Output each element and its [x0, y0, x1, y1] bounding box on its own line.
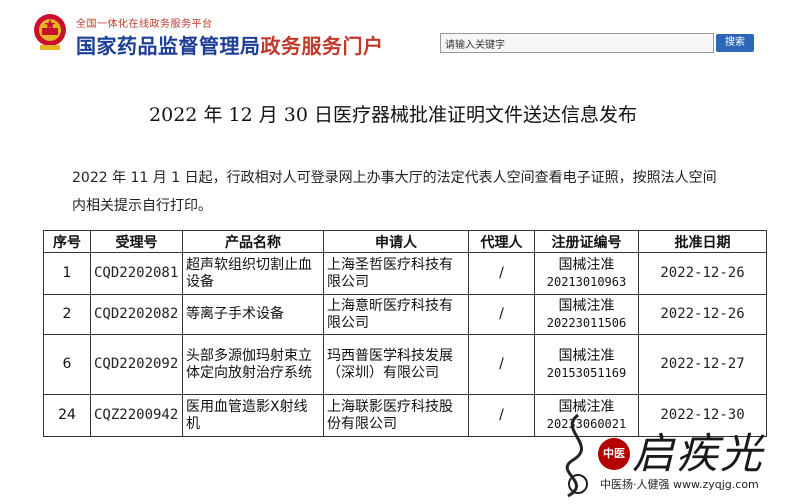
column-header-seq: 序号 — [43, 230, 91, 253]
cell-acceptance-no: CQD2202092 — [90, 334, 183, 395]
reg-number: 20223011506 — [546, 315, 627, 330]
table-row: 6 CQD2202092 头部多源伽玛射束立体定向放射治疗系统 玛西普医学科技发… — [43, 334, 767, 395]
cell-date: 2022-12-26 — [638, 252, 767, 295]
table-row: 2 CQD2202082 等离子手术设备 上海意昕医疗科技有限公司 / 国械注准… — [43, 294, 767, 335]
cell-applicant: 上海意昕医疗科技有限公司 — [323, 294, 469, 335]
reg-prefix: 国械注准 — [558, 297, 615, 314]
reg-prefix: 国械注准 — [558, 256, 615, 273]
cell-product: 超声软组织切割止血设备 — [182, 252, 324, 295]
cell-acceptance-no: CQZ2200942 — [90, 394, 183, 437]
cell-date: 2022-12-26 — [638, 294, 767, 335]
national-emblem-icon — [34, 14, 66, 50]
portal-subtitle: 全国一体化在线政务服务平台 — [76, 19, 213, 30]
cell-reg-no: 国械注准 20153051169 — [534, 334, 639, 395]
page-title: 2022 年 12 月 30 日医疗器械批准证明文件送达信息发布 — [149, 104, 637, 126]
cell-agent: / — [468, 334, 535, 395]
portal-title[interactable]: 国家药品监督管理局政务服务门户 — [76, 30, 384, 59]
cell-product: 医用血管造影X射线机 — [182, 394, 324, 437]
cell-seq: 6 — [43, 334, 91, 395]
table-row: 1 CQD2202081 超声软组织切割止血设备 上海圣哲医疗科技有限公司 / … — [43, 252, 767, 295]
reg-number: 20153051169 — [546, 365, 627, 380]
column-header-agent: 代理人 — [468, 230, 535, 253]
reg-prefix: 国械注准 — [558, 347, 615, 364]
column-header-product: 产品名称 — [182, 230, 324, 253]
cell-applicant: 上海联影医疗科技股份有限公司 — [323, 394, 469, 437]
cell-reg-no: 国械注准 20213010963 — [534, 252, 639, 295]
cell-acceptance-no: CQD2202082 — [90, 294, 183, 335]
site-header: 全国一体化在线政务服务平台 国家药品监督管理局政务服务门户 搜索 — [0, 0, 786, 64]
column-header-date: 批准日期 — [638, 230, 767, 253]
cell-agent: / — [468, 252, 535, 295]
cell-seq: 2 — [43, 294, 91, 335]
search-input[interactable] — [440, 33, 714, 53]
cell-date: 2022-12-27 — [638, 334, 767, 395]
cell-applicant: 玛西普医学科技发展（深圳）有限公司 — [323, 334, 469, 395]
cell-agent: / — [468, 294, 535, 335]
reg-number: 20213010963 — [546, 274, 627, 289]
cell-applicant: 上海圣哲医疗科技有限公司 — [323, 252, 469, 295]
cell-product: 头部多源伽玛射束立体定向放射治疗系统 — [182, 334, 324, 395]
cell-reg-no: 国械注准 20223011506 — [534, 294, 639, 335]
search-button[interactable]: 搜索 — [716, 34, 754, 52]
portal-title-red: 政务服务门户 — [260, 34, 384, 58]
column-header-applicant: 申请人 — [323, 230, 469, 253]
intro-paragraph: 2022 年 11 月 1 日起，行政相对人可登录网上办事大厅的法定代表人空间查… — [72, 170, 717, 214]
watermark-badge: 中医 — [598, 438, 630, 470]
cell-seq: 24 — [43, 394, 91, 437]
cell-seq: 1 — [43, 252, 91, 295]
cell-agent: / — [468, 394, 535, 437]
column-header-acceptance-no: 受理号 — [90, 230, 183, 253]
approval-table: 序号 受理号 产品名称 申请人 代理人 注册证编号 批准日期 1 CQD2202… — [43, 230, 767, 437]
column-header-reg-no: 注册证编号 — [534, 230, 639, 253]
cell-acceptance-no: CQD2202081 — [90, 252, 183, 295]
watermark-brand: 启疾光 — [632, 429, 765, 478]
portal-title-main: 国家药品监督管理局 — [76, 34, 261, 58]
watermark-subtitle: 中医扬·人健强 www.zyqjg.com — [600, 476, 759, 492]
table-header-row: 序号 受理号 产品名称 申请人 代理人 注册证编号 批准日期 — [43, 230, 767, 253]
cell-product: 等离子手术设备 — [182, 294, 324, 335]
